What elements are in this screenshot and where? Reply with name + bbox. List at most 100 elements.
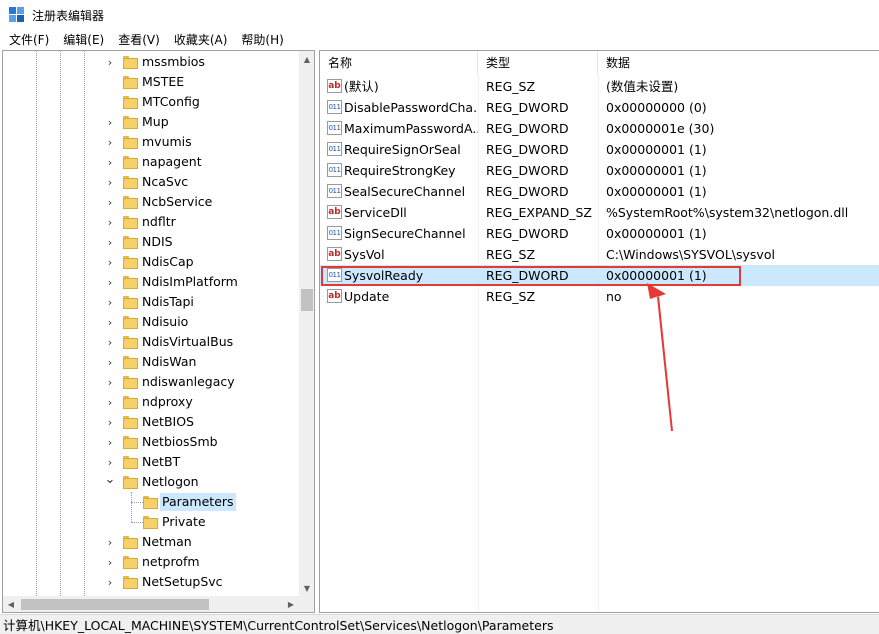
tree-item[interactable]: › NdisWan <box>3 352 298 372</box>
tree-item-label: Netman <box>142 534 192 549</box>
folder-icon <box>123 576 138 589</box>
folder-icon <box>123 96 138 109</box>
tree-connector <box>131 492 132 522</box>
chevron-right-icon[interactable]: › <box>104 392 116 412</box>
chevron-right-icon[interactable]: › <box>104 272 116 292</box>
value-row[interactable]: ab ServiceDll REG_EXPAND_SZ %SystemRoot%\sy… <box>320 202 879 223</box>
tree-vertical-scrollbar[interactable]: ▲ ▼ <box>299 51 314 596</box>
scroll-right-icon[interactable]: ▶ <box>283 596 299 612</box>
tree-item[interactable]: › NDIS <box>3 232 298 252</box>
folder-icon <box>123 276 138 289</box>
tree-item[interactable]: › NcbService <box>3 192 298 212</box>
chevron-right-icon[interactable]: › <box>104 292 116 312</box>
chevron-right-icon[interactable]: › <box>104 212 116 232</box>
chevron-right-icon[interactable]: › <box>104 112 116 132</box>
value-name: RequireSignOrSeal <box>344 142 461 157</box>
registry-tree[interactable]: › mssmbios MSTEE MTConfig › Mup › mvumis › napage… <box>2 50 315 613</box>
menu-bar: 文件(F) 编辑(E) 查看(V) 收藏夹(A) 帮助(H) <box>0 30 879 50</box>
folder-icon <box>123 436 138 449</box>
tree-item[interactable]: › NdisVirtualBus <box>3 332 298 352</box>
tree-item[interactable]: › NdisTapi <box>3 292 298 312</box>
value-row[interactable]: 011 RequireSignOrSeal REG_DWORD 0x00000001 … <box>320 139 879 160</box>
tree-item[interactable]: › Netman <box>3 532 298 552</box>
tree-item-label: NcaSvc <box>142 174 189 189</box>
value-row[interactable]: ab Update REG_SZ no <box>320 286 879 307</box>
chevron-right-icon[interactable]: › <box>104 552 116 572</box>
value-row[interactable]: ab SysVol REG_SZ C:\Windows\SYSVOL\sysvol <box>320 244 879 265</box>
column-header-name[interactable]: 名称 <box>320 51 478 75</box>
menu-help[interactable]: 帮助(H) <box>234 30 290 50</box>
tree-item[interactable]: Parameters <box>3 492 298 512</box>
tree-item[interactable]: › napagent <box>3 152 298 172</box>
chevron-right-icon[interactable]: › <box>104 332 116 352</box>
chevron-right-icon[interactable]: › <box>104 252 116 272</box>
chevron-right-icon[interactable]: › <box>104 132 116 152</box>
tree-item[interactable]: › NetBT <box>3 452 298 472</box>
tree-item[interactable]: ⌄ Netlogon <box>3 472 298 492</box>
chevron-down-icon[interactable]: ⌄ <box>104 469 116 489</box>
tree-item-label: napagent <box>142 154 202 169</box>
column-header-data[interactable]: 数据 <box>598 51 879 75</box>
menu-favorites[interactable]: 收藏夹(A) <box>167 30 235 50</box>
tree-item[interactable]: › ndproxy <box>3 392 298 412</box>
value-row[interactable]: 011 SealSecureChannel REG_DWORD 0x00000001 … <box>320 181 879 202</box>
chevron-right-icon[interactable]: › <box>104 432 116 452</box>
tree-item[interactable]: › mssmbios <box>3 52 298 72</box>
value-name: SysVol <box>344 247 385 262</box>
tree-item[interactable]: › NetSetupSvc <box>3 572 298 592</box>
tree-connector <box>131 502 143 503</box>
tree-item-label: NdisWan <box>142 354 197 369</box>
tree-item[interactable]: › mvumis <box>3 132 298 152</box>
column-header-type[interactable]: 类型 <box>478 51 598 75</box>
tree-item[interactable]: › Mup <box>3 112 298 132</box>
tree-horizontal-scrollbar[interactable]: ◀ ▶ <box>3 596 299 612</box>
value-name: ServiceDll <box>344 205 407 220</box>
scroll-down-icon[interactable]: ▼ <box>299 580 314 596</box>
value-row[interactable]: 011 SysvolReady REG_DWORD 0x00000001 (1) <box>320 265 879 286</box>
tree-item-label: netprofm <box>142 554 200 569</box>
chevron-right-icon[interactable]: › <box>104 572 116 592</box>
chevron-right-icon[interactable]: › <box>104 312 116 332</box>
menu-edit[interactable]: 编辑(E) <box>56 30 111 50</box>
chevron-right-icon[interactable]: › <box>104 152 116 172</box>
menu-view[interactable]: 查看(V) <box>111 30 167 50</box>
tree-item[interactable]: MSTEE <box>3 72 298 92</box>
tree-item-label: NetbiosSmb <box>142 434 218 449</box>
tree-item[interactable]: Private <box>3 512 298 532</box>
value-row[interactable]: 011 SignSecureChannel REG_DWORD 0x00000001 … <box>320 223 879 244</box>
chevron-right-icon[interactable]: › <box>104 232 116 252</box>
menu-file[interactable]: 文件(F) <box>0 30 56 50</box>
chevron-right-icon[interactable]: › <box>104 192 116 212</box>
tree-item[interactable]: › ndfltr <box>3 212 298 232</box>
chevron-right-icon[interactable]: › <box>104 372 116 392</box>
value-row[interactable]: ab (默认) REG_SZ (数值未设置) <box>320 76 879 97</box>
window-title: 注册表编辑器 <box>32 8 105 23</box>
tree-item[interactable]: › NetBIOS <box>3 412 298 432</box>
tree-item[interactable]: › NcaSvc <box>3 172 298 192</box>
tree-item[interactable]: › NdisCap <box>3 252 298 272</box>
value-name: MaximumPasswordA... <box>344 121 478 136</box>
scroll-left-icon[interactable]: ◀ <box>3 596 19 612</box>
value-row[interactable]: 011 RequireStrongKey REG_DWORD 0x00000001 (… <box>320 160 879 181</box>
folder-icon <box>123 196 138 209</box>
tree-item[interactable]: › ndiswanlegacy <box>3 372 298 392</box>
chevron-right-icon[interactable]: › <box>104 352 116 372</box>
tree-item[interactable]: › Ndisuio <box>3 312 298 332</box>
scroll-up-icon[interactable]: ▲ <box>299 51 314 67</box>
tree-horizontal-scroll-thumb[interactable] <box>21 599 209 610</box>
tree-item[interactable]: MTConfig <box>3 92 298 112</box>
tree-item[interactable]: › NetbiosSmb <box>3 432 298 452</box>
tree-item[interactable]: › NdisImPlatform <box>3 272 298 292</box>
chevron-right-icon[interactable]: › <box>104 412 116 432</box>
chevron-right-icon[interactable]: › <box>104 172 116 192</box>
values-list[interactable]: 名称 类型 数据 ab (默认) REG_SZ (数值未设置) 011 DisablePa… <box>319 50 879 613</box>
tree-item-label: NdisCap <box>142 254 194 269</box>
chevron-right-icon[interactable]: › <box>104 52 116 72</box>
folder-icon <box>123 416 138 429</box>
value-row[interactable]: 011 DisablePasswordCha... REG_DWORD 0x00000… <box>320 97 879 118</box>
tree-vertical-scroll-thumb[interactable] <box>301 289 313 311</box>
chevron-right-icon[interactable]: › <box>104 532 116 552</box>
value-data: (数值未设置) <box>606 79 679 94</box>
tree-item[interactable]: › netprofm <box>3 552 298 572</box>
value-row[interactable]: 011 MaximumPasswordA... REG_DWORD 0x0000001… <box>320 118 879 139</box>
